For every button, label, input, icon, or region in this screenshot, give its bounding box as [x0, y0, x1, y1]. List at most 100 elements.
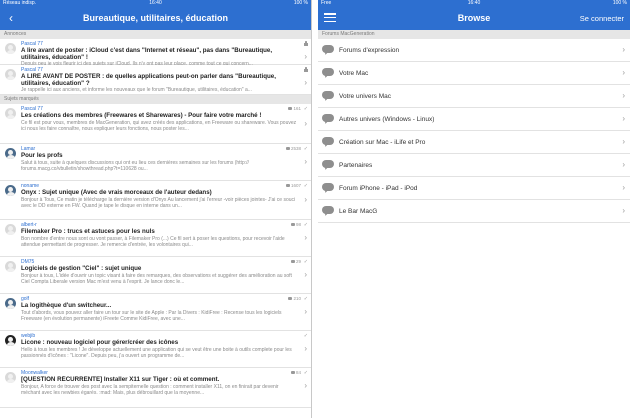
- login-button[interactable]: Se connecter: [580, 14, 624, 23]
- page-title: Bureautique, utilitaires, éducation: [82, 13, 229, 23]
- forum-label: Forums d'expression: [339, 47, 400, 54]
- comment-icon: [285, 183, 290, 187]
- comment-icon: [290, 259, 295, 263]
- forum-item[interactable]: Le Bar MacG ›: [318, 200, 630, 223]
- thread-title: La logithèque d'un switcheur...: [21, 302, 112, 309]
- avatar: [5, 224, 16, 235]
- table-row[interactable]: golf 210 ✓ La logithèque d'un switcheur.…: [0, 294, 311, 331]
- chevron-right-icon: ›: [304, 270, 307, 279]
- avatar: [5, 261, 16, 272]
- status-bar: Réseau indisp. 16:40 100 %: [0, 0, 311, 7]
- chevron-right-icon: ›: [304, 233, 307, 242]
- forum-item[interactable]: Forums d'expression ›: [318, 39, 630, 62]
- left-screen: Réseau indisp. 16:40 100 % ‹ Bureautique…: [0, 0, 312, 418]
- table-row[interactable]: webjib ✓ Licone : nouveau logiciel pour …: [0, 331, 311, 368]
- chevron-right-icon: ›: [304, 157, 307, 166]
- speech-bubble-icon: [322, 91, 334, 102]
- speech-bubble-icon: [322, 206, 334, 217]
- comment-icon: [285, 146, 290, 150]
- thread-excerpt: Bonjour à Tous, Ce matin je télécharge l…: [21, 197, 296, 209]
- thread-excerpt: Tout d'abords, vous pouvez aller faire u…: [21, 310, 282, 322]
- speech-bubble-icon: [322, 45, 334, 56]
- checkmark-icon: ✓: [303, 333, 308, 339]
- right-screen: Free 16:40 100 % Browse Se connecter For…: [318, 0, 630, 418]
- thread-excerpt: Hello à tous les membres ! Je développe …: [21, 347, 292, 359]
- thread-excerpt: Je rappelle ici aux anciens, et informe …: [21, 87, 252, 93]
- checkmark-icon: ✓: [303, 146, 308, 152]
- avatar: [5, 185, 16, 196]
- forum-item[interactable]: Forum iPhone - iPad - iPod ›: [318, 177, 630, 200]
- battery-label: 100 %: [612, 0, 627, 6]
- avatar: [5, 335, 16, 346]
- forum-label: Votre Mac: [339, 70, 369, 77]
- comment-icon: [288, 296, 293, 300]
- thread-title: A lire avant de poster : iCloud c'est da…: [21, 47, 273, 61]
- chevron-right-icon: ›: [622, 91, 625, 100]
- forum-label: Création sur Mac - iLife et Pro: [339, 139, 426, 146]
- checkmark-icon: ✓: [303, 222, 308, 228]
- thread-excerpt: Ce fil est pour vous, membres de MacGene…: [21, 120, 297, 132]
- chevron-right-icon: ›: [622, 68, 625, 77]
- battery-label: 100 %: [293, 0, 308, 6]
- table-row[interactable]: Pascal 77 161 ✓ Les créations des membre…: [0, 104, 311, 144]
- forum-label: Partenaires: [339, 162, 373, 169]
- avatar: [5, 108, 16, 119]
- table-row[interactable]: albert-r 98 ✓ Filemaker Pro : trucs et a…: [0, 220, 311, 257]
- clock: 16:40: [149, 0, 162, 6]
- chevron-right-icon: ›: [622, 183, 625, 192]
- avatar: [5, 298, 16, 309]
- chevron-right-icon: ›: [304, 52, 307, 61]
- section-header-announcements: Annonces: [0, 30, 311, 39]
- forum-item[interactable]: Votre univers Mac ›: [318, 85, 630, 108]
- chevron-right-icon: ›: [304, 381, 307, 390]
- comment-icon: [288, 106, 293, 110]
- thread-excerpt: Bonjour, A force de trouver des post ave…: [21, 384, 279, 396]
- avatar: [5, 69, 16, 80]
- checkmark-icon: ✓: [303, 370, 308, 376]
- chevron-right-icon: ›: [622, 206, 625, 215]
- checkmark-icon: ✓: [303, 106, 308, 112]
- thread-title: [QUESTION RÉCURRENTE] Installer X11 sur …: [21, 376, 220, 383]
- table-row[interactable]: DM75 29 ✓ Logiciels de gestion "Ciel" : …: [0, 257, 311, 294]
- avatar: [5, 43, 16, 54]
- thread-title: Filemaker Pro : trucs et astuces pour le…: [21, 228, 155, 235]
- comment-icon: [290, 370, 295, 374]
- forum-label: Autres univers (Windows - Linux): [339, 116, 435, 123]
- table-row[interactable]: noname 1607 ✓ Onyx : Sujet unique (Avec …: [0, 181, 311, 220]
- table-row[interactable]: Lamar 2538 ✓ Pour les profs Salut à tous…: [0, 144, 311, 181]
- chevron-right-icon: ›: [622, 137, 625, 146]
- chevron-right-icon: ›: [304, 119, 307, 128]
- clock: 16:40: [467, 0, 481, 6]
- speech-bubble-icon: [322, 114, 334, 125]
- lock-icon: [304, 67, 308, 72]
- chevron-right-icon: ›: [304, 307, 307, 316]
- section-header-sticky: Sujets marqués: [0, 95, 311, 104]
- thread-excerpt: Bon nombre d'entre nous sont ou vont pas…: [21, 236, 285, 248]
- speech-bubble-icon: [322, 68, 334, 79]
- forum-item[interactable]: Autres univers (Windows - Linux) ›: [318, 108, 630, 131]
- checkmark-icon: ✓: [303, 259, 308, 265]
- thread-title: A LIRE AVANT DE POSTER : de quelles appl…: [21, 73, 276, 87]
- comment-icon: [290, 222, 295, 226]
- table-row[interactable]: Moonwalker 84 ✓ [QUESTION RÉCURRENTE] In…: [0, 368, 311, 408]
- thread-title: Les créations des membres (Freewares et …: [21, 112, 262, 119]
- forum-label: Votre univers Mac: [339, 93, 392, 100]
- forum-item[interactable]: Partenaires ›: [318, 154, 630, 177]
- status-bar: Free 16:40 100 %: [318, 0, 630, 7]
- chevron-right-icon: ›: [622, 160, 625, 169]
- list-item[interactable]: Pascal 77 A LIRE AVANT DE POSTER : de qu…: [0, 65, 311, 95]
- avatar: [5, 148, 16, 159]
- thread-excerpt: Salut à tous, suite à quelques discussio…: [21, 160, 249, 172]
- list-item[interactable]: Pascal 77 A lire avant de poster : iClou…: [0, 39, 311, 67]
- checkmark-icon: ✓: [303, 183, 308, 189]
- section-header-forums: Forums MacGeneration: [318, 30, 630, 39]
- speech-bubble-icon: [322, 160, 334, 171]
- chevron-right-icon: ›: [304, 195, 307, 204]
- forum-item[interactable]: Création sur Mac - iLife et Pro ›: [318, 131, 630, 154]
- thread-title: Licone : nouveau logiciel pour gérer/cré…: [21, 339, 179, 346]
- checkmark-icon: ✓: [303, 296, 308, 302]
- forum-item[interactable]: Votre Mac ›: [318, 62, 630, 85]
- chevron-right-icon: ›: [304, 344, 307, 353]
- speech-bubble-icon: [322, 137, 334, 148]
- avatar: [5, 372, 16, 383]
